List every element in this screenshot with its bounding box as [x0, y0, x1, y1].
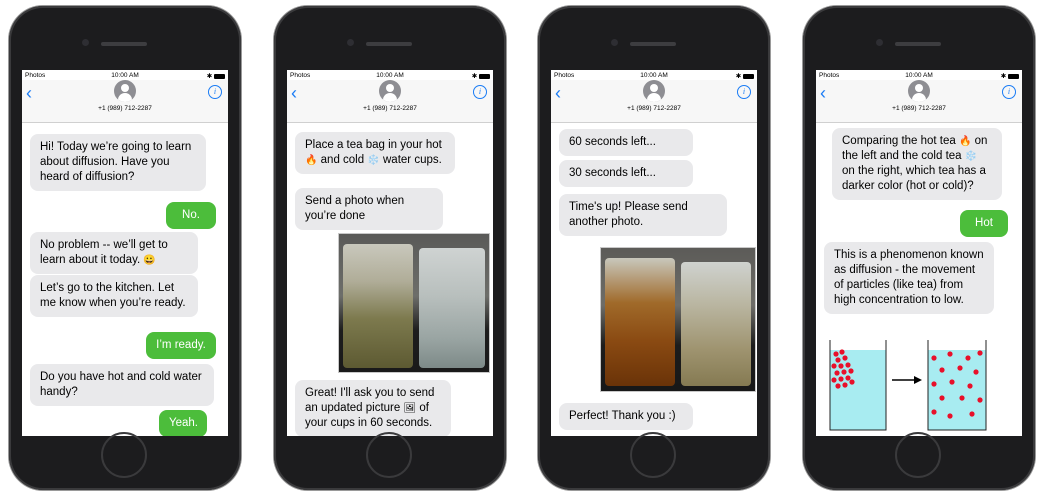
camera-icon [876, 39, 883, 46]
contact-phone: +1 (989) 712-2287 [627, 105, 681, 112]
messages-screen: Photos 10:00 AM ✱ ‹ +1 (989) 712-2287 i … [816, 70, 1022, 436]
hot-tea-glass [343, 244, 413, 368]
conversation-header: ‹ +1 (989) 712-2287 i [287, 80, 493, 123]
messages-screen: Photos 10:00 AM ✱ ‹ +1 (989) 712-2287 i … [22, 70, 228, 436]
tea-cups-photo[interactable] [600, 247, 756, 392]
snowflake-emoji-icon: ❄️ [367, 155, 380, 166]
phone-2: Photos 10:00 AM ✱ ‹ +1 (989) 712-2287 i … [274, 6, 506, 490]
message-bubble: Yeah. [159, 410, 207, 436]
camera-icon [82, 39, 89, 46]
conversation-header: ‹ +1 (989) 712-2287 i [22, 80, 228, 123]
contact-phone: +1 (989) 712-2287 [892, 105, 946, 112]
status-bar: Photos 10:00 AM ✱ [551, 70, 757, 80]
status-time: 10:00 AM [905, 72, 933, 79]
battery-icon: ✱ [1001, 72, 1019, 80]
message-bubble: 30 seconds left... [559, 160, 693, 187]
picture-emoji-icon: 🖼 [403, 403, 417, 414]
status-time: 10:00 AM [640, 72, 668, 79]
messages-screen: Photos 10:00 AM ✱ ‹ +1 (989) 712-2287 i … [551, 70, 757, 436]
home-button[interactable] [895, 432, 941, 478]
speaker [101, 42, 147, 46]
chevron-left-icon[interactable]: ‹ [291, 84, 297, 102]
chevron-left-icon[interactable]: ‹ [820, 84, 826, 102]
status-time: 10:00 AM [111, 72, 139, 79]
message-bubble: No. [166, 202, 216, 229]
message-bubble: Let’s go to the kitchen. Let me know whe… [30, 275, 198, 317]
message-bubble: Hot [960, 210, 1008, 237]
status-bar: Photos 10:00 AM ✱ [287, 70, 493, 80]
cold-tea-glass [681, 262, 751, 386]
message-bubble: 60 seconds left... [559, 129, 693, 156]
conversation-header: ‹ +1 (989) 712-2287 i [551, 80, 757, 123]
beaker-high-concentration [829, 340, 887, 431]
message-text: water cups. [383, 154, 442, 166]
contact-phone: +1 (989) 712-2287 [98, 105, 152, 112]
avatar[interactable] [379, 80, 401, 102]
status-time: 10:00 AM [376, 72, 404, 79]
diffusion-diagram [829, 340, 987, 431]
home-button[interactable] [366, 432, 412, 478]
message-text: and cold [320, 154, 365, 166]
message-bubble: Great! I'll ask you to send an updated p… [295, 380, 451, 436]
home-button[interactable] [630, 432, 676, 478]
info-icon[interactable]: i [473, 85, 487, 99]
message-bubble: No problem -- we’ll get to learn about i… [30, 232, 198, 274]
message-text: Comparing the hot tea [842, 135, 956, 147]
message-bubble: Hi! Today we’re going to learn about dif… [30, 134, 206, 191]
phone-4: Photos 10:00 AM ✱ ‹ +1 (989) 712-2287 i … [803, 6, 1035, 490]
chevron-left-icon[interactable]: ‹ [555, 84, 561, 102]
message-bubble: Time's up! Please send another photo. [559, 194, 727, 236]
fire-emoji-icon: 🔥 [305, 155, 318, 166]
tea-cups-photo[interactable] [338, 233, 490, 373]
camera-icon [611, 39, 618, 46]
contact-phone: +1 (989) 712-2287 [363, 105, 417, 112]
phone-1: Photos 10:00 AM ✱ ‹ +1 (989) 712-2287 i … [9, 6, 241, 490]
smile-emoji-icon: 😀 [143, 255, 156, 266]
avatar[interactable] [643, 80, 665, 102]
cold-water-glass [419, 248, 485, 368]
message-text: Place a tea bag in your hot [305, 139, 442, 151]
info-icon[interactable]: i [208, 85, 222, 99]
beaker-low-concentration [927, 340, 987, 431]
status-bar: Photos 10:00 AM ✱ [22, 70, 228, 80]
status-bar: Photos 10:00 AM ✱ [816, 70, 1022, 80]
battery-icon: ✱ [207, 72, 225, 80]
speaker [895, 42, 941, 46]
message-text: on the right, which tea has a darker col… [842, 165, 986, 192]
battery-icon: ✱ [472, 72, 490, 80]
chevron-left-icon[interactable]: ‹ [26, 84, 32, 102]
message-bubble: Send a photo when you’re done [295, 188, 443, 230]
fire-emoji-icon: 🔥 [959, 136, 972, 147]
battery-icon: ✱ [736, 72, 754, 80]
hot-tea-glass [605, 258, 675, 386]
speaker [366, 42, 412, 46]
message-bubble: Perfect! Thank you :) [559, 403, 693, 430]
home-button[interactable] [101, 432, 147, 478]
message-bubble: Comparing the hot tea 🔥 on the left and … [832, 128, 1002, 200]
message-bubble: Do you have hot and cold water handy? [30, 364, 214, 406]
avatar[interactable] [114, 80, 136, 102]
info-icon[interactable]: i [737, 85, 751, 99]
avatar[interactable] [908, 80, 930, 102]
message-bubble: I’m ready. [146, 332, 216, 359]
snowflake-emoji-icon: ❄️ [964, 151, 978, 162]
camera-icon [347, 39, 354, 46]
conversation-header: ‹ +1 (989) 712-2287 i [816, 80, 1022, 123]
info-icon[interactable]: i [1002, 85, 1016, 99]
speaker [630, 42, 676, 46]
message-bubble: Place a tea bag in your hot 🔥 and cold ❄… [295, 132, 455, 174]
messages-screen: Photos 10:00 AM ✱ ‹ +1 (989) 712-2287 i … [287, 70, 493, 436]
phone-3: Photos 10:00 AM ✱ ‹ +1 (989) 712-2287 i … [538, 6, 770, 490]
arrow-right-icon [892, 376, 922, 384]
message-bubble: This is a phenomenon known as diffusion … [824, 242, 994, 314]
